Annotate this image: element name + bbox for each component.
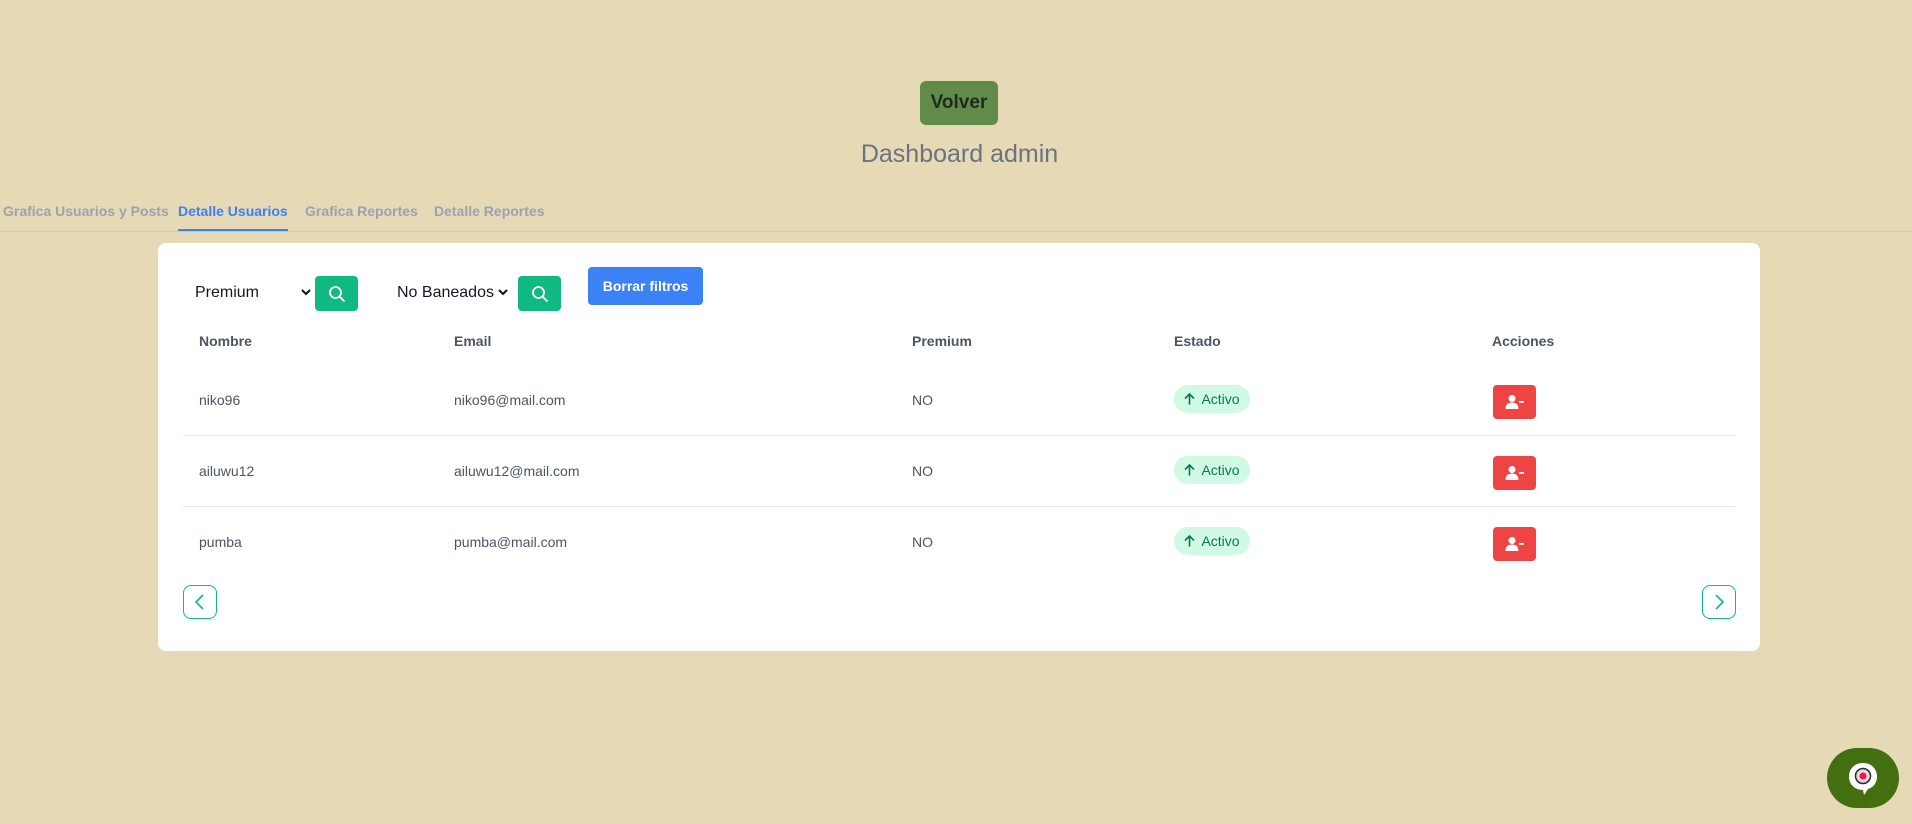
ban-select-value: No Baneados: [397, 284, 494, 301]
user-premium: NO: [912, 534, 933, 550]
user-name: pumba: [199, 534, 242, 550]
status-label: Activo: [1201, 391, 1240, 407]
table-row: pumba pumba@mail.com NO Activo: [183, 507, 1735, 578]
arrow-up-icon: [1185, 464, 1195, 476]
ban-select[interactable]: No Baneados: [397, 278, 508, 308]
arrow-up-icon: [1185, 535, 1195, 547]
clear-filters-button[interactable]: Borrar filtros: [588, 267, 703, 305]
page-title: Dashboard admin: [860, 140, 1059, 168]
ban-user-button[interactable]: [1493, 527, 1536, 561]
users-card: Premium No Baneados Borrar filtros Nombr…: [158, 243, 1760, 651]
user-name: ailuwu12: [199, 463, 255, 479]
user-minus-icon: [1505, 395, 1524, 409]
tab-detalle-usuarios[interactable]: Detalle Usuarios: [178, 203, 288, 231]
user-premium: NO: [912, 392, 933, 408]
next-page-button[interactable]: [1702, 585, 1736, 619]
user-name: niko96: [199, 392, 241, 408]
premium-select[interactable]: Premium: [195, 278, 311, 308]
ban-user-button[interactable]: [1493, 385, 1536, 419]
column-header-nombre: Nombre: [199, 333, 252, 349]
search-icon: [328, 285, 345, 302]
tab-bar: Grafica Usuarios y Posts Detalle Usuario…: [0, 196, 1912, 232]
chevron-down-icon: [301, 287, 311, 299]
back-button[interactable]: Volver: [920, 81, 998, 125]
tab-grafica-reportes[interactable]: Grafica Reportes: [305, 203, 418, 231]
premium-select-value: Premium: [195, 284, 260, 301]
status-badge: Activo: [1174, 456, 1250, 484]
tab-detalle-reportes[interactable]: Detalle Reportes: [434, 203, 544, 231]
status-label: Activo: [1201, 462, 1240, 478]
user-email: ailuwu12@mail.com: [454, 463, 580, 479]
chevron-right-icon: [1715, 594, 1725, 610]
user-minus-icon: [1505, 537, 1524, 551]
column-header-estado: Estado: [1174, 333, 1221, 349]
prev-page-button[interactable]: [183, 585, 217, 619]
ban-user-button[interactable]: [1493, 456, 1536, 490]
premium-search-button[interactable]: [315, 276, 358, 311]
chat-bot-icon: [1849, 763, 1877, 795]
chevron-down-icon: [498, 287, 508, 299]
column-header-premium: Premium: [912, 333, 972, 349]
chevron-left-icon: [194, 594, 204, 610]
table-row: ailuwu12 ailuwu12@mail.com NO Activo: [183, 436, 1735, 507]
arrow-up-icon: [1185, 393, 1195, 405]
column-header-acciones: Acciones: [1492, 333, 1555, 349]
user-premium: NO: [912, 463, 933, 479]
chat-bot-button[interactable]: [1827, 748, 1899, 808]
tab-grafica-usuarios-posts[interactable]: Grafica Usuarios y Posts: [3, 203, 169, 231]
status-label: Activo: [1201, 533, 1240, 549]
ban-search-button[interactable]: [518, 276, 561, 311]
user-email: niko96@mail.com: [454, 392, 566, 408]
user-email: pumba@mail.com: [454, 534, 568, 550]
status-badge: Activo: [1174, 527, 1250, 555]
column-header-email: Email: [454, 333, 492, 349]
table-row: niko96 niko96@mail.com NO Activo: [183, 365, 1735, 436]
status-badge: Activo: [1174, 385, 1250, 413]
user-minus-icon: [1505, 466, 1524, 480]
search-icon: [531, 285, 548, 302]
